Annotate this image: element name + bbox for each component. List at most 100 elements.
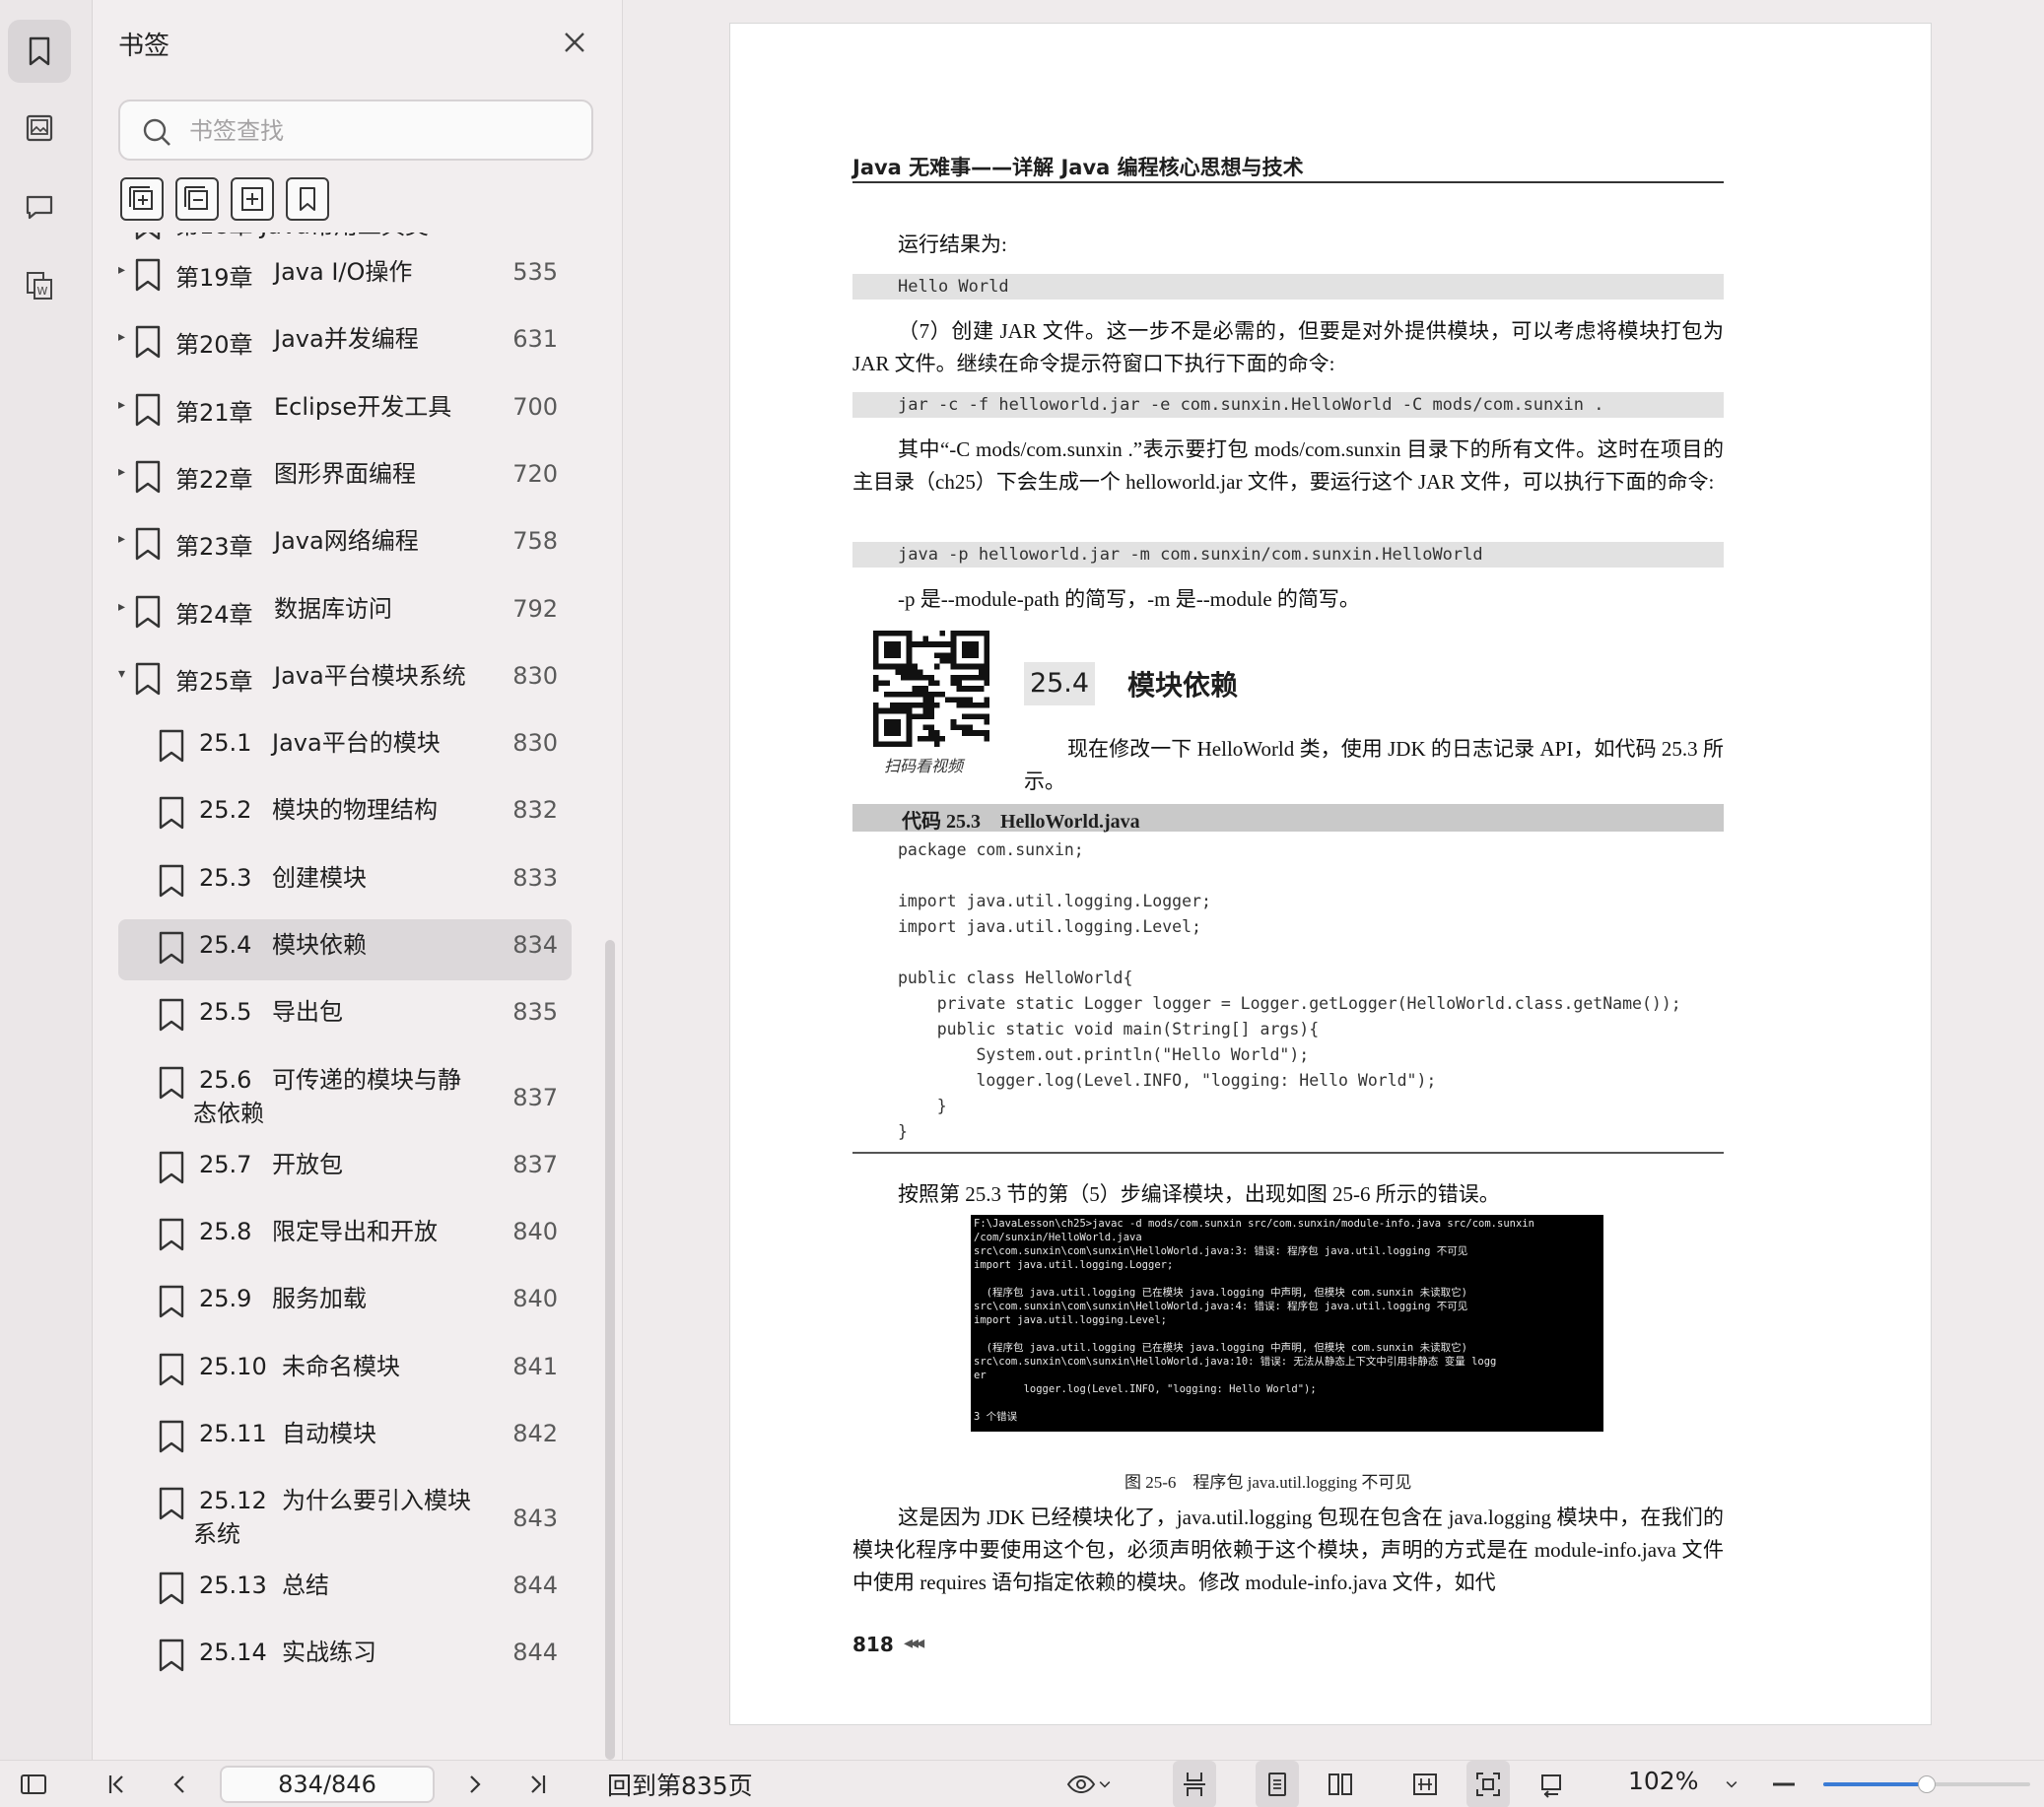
page-number-input[interactable]: 834/846 [220,1766,435,1803]
bookmark-item[interactable]: 25.4 模块依赖 834 [118,919,572,980]
qr-module [967,703,974,708]
qr-module [978,686,985,692]
bookmark-item[interactable]: ▸ 第21章 Eclipse开发工具 700 [118,381,572,442]
add-bookmark-button[interactable] [231,177,274,221]
sidebar-icon [21,1774,46,1794]
bookmarks-tab-button[interactable] [8,20,71,83]
rotate-button[interactable] [1530,1761,1573,1807]
zoom-level[interactable]: 102% [1628,1767,1698,1795]
code-jar-command: jar -c -f helloworld.jar -e com.sunxin.H… [852,392,1724,418]
bookmark-icon [159,931,184,965]
bookmark-item[interactable]: 25.10 未命名模块 841 [118,1341,572,1402]
zoom-slider-handle[interactable] [1918,1775,1936,1793]
qr-module [945,697,951,703]
caret-right-icon[interactable]: ▸ [118,464,132,480]
qr-module [933,663,940,670]
bookmark-icon [159,1487,184,1520]
bookmark-item[interactable]: 25.1 Java平台的模块 830 [118,717,572,778]
bookmark-search-box[interactable] [118,100,593,161]
bookmark-item[interactable]: 25.6 可传递的模块与静 态依赖 837 [118,1054,572,1153]
bookmark-icon [135,595,161,628]
bookmark-number: 25.12 [199,1487,267,1515]
qr-module [978,703,985,708]
caret-right-icon[interactable]: ▸ [118,262,132,278]
bookmark-icon [159,1285,184,1318]
bookmark-item[interactable]: 25.2 模块的物理结构 832 [118,784,572,845]
bookmark-item[interactable]: ▸ 第20章 Java并发编程 631 [118,313,572,374]
caret-right-icon[interactable]: ▸ [118,531,132,547]
bookmark-item[interactable]: 25.9 服务加载 840 [118,1273,572,1334]
caret-right-icon[interactable]: ▸ [118,599,132,615]
bookmark-item[interactable]: ▸ 第23章 Java网络编程 758 [118,515,572,576]
zoom-out-button[interactable] [1766,1761,1802,1807]
expand-all-button[interactable] [120,177,164,221]
caret-right-icon[interactable]: ▸ [118,329,132,345]
zoom-dropdown-button[interactable] [1717,1761,1746,1807]
caret-right-icon[interactable]: ▸ [118,397,132,413]
bookmark-item-partial[interactable]: 第18章 Java常用工具类 [118,233,572,246]
bookmark-item[interactable]: ▸ 第19章 Java I/O操作 535 [118,246,572,307]
bookmark-page-number: 840 [512,1285,558,1313]
word-export-tab-button[interactable]: W [8,254,71,317]
qr-module [956,680,962,687]
bookmark-label: Java平台模块系统 [274,661,466,690]
bookmark-label: Java I/O操作 [274,258,413,286]
single-page-button[interactable] [1256,1761,1299,1807]
qr-module [873,703,879,708]
qr-module [933,641,940,647]
bookmark-number: 第19章 [175,264,253,292]
bookmark-item[interactable]: ▸ 第22章 图形界面编程 720 [118,448,572,509]
two-page-button[interactable] [1319,1761,1362,1807]
qr-module [884,641,902,659]
two-page-icon [1329,1774,1352,1795]
figure-caption: 图 25-6 程序包 java.util.logging 不可见 [1124,1473,1412,1492]
previous-page-button[interactable] [160,1761,199,1807]
close-icon[interactable] [560,28,589,57]
bookmark-item[interactable]: 25.14 实战练习 844 [118,1627,572,1688]
bookmark-page-number: 830 [512,729,558,758]
toggle-sidebar-button[interactable] [14,1761,53,1807]
bookmark-item[interactable]: 25.7 开放包 837 [118,1139,572,1200]
bookmark-item[interactable]: 25.12 为什么要引入模块 系统 843 [118,1475,572,1573]
bookmark-item[interactable]: ▾ 第25章 Java平台模块系统 830 [118,650,572,711]
bookmark-number: 25.9 [199,1285,252,1313]
thumbnails-tab-button[interactable] [8,97,71,160]
bookmark-item[interactable]: 25.13 总结 844 [118,1560,572,1621]
caret-down-icon[interactable]: ▾ [118,666,132,682]
collapse-all-button[interactable] [175,177,219,221]
qr-module [956,674,962,681]
qr-module [933,735,940,742]
qr-module [939,735,946,742]
bookmark-item[interactable]: 25.11 自动模块 842 [118,1408,572,1469]
bookmark-icon [159,999,184,1032]
qr-module [895,669,902,675]
fit-page-button[interactable] [1466,1761,1510,1807]
bookmark-item[interactable]: 25.5 导出包 835 [118,986,572,1047]
first-page-button[interactable] [97,1761,136,1807]
bookmark-item[interactable]: ▸ 第24章 数据库访问 792 [118,583,572,644]
qr-module [945,658,951,664]
last-page-button[interactable] [518,1761,558,1807]
bookmark-number: 第21章 [175,398,253,427]
page-number: 818 [852,1633,894,1656]
comments-tab-button[interactable] [8,175,71,238]
bookmark-toggle-button[interactable] [286,177,329,221]
continuous-scroll-button[interactable] [1173,1761,1216,1807]
bookmark-item[interactable]: 25.3 创建模块 833 [118,852,572,913]
qr-module [912,669,918,675]
next-page-button[interactable] [455,1761,495,1807]
qr-module [961,686,968,692]
goto-page-link[interactable]: 回到第835页 [607,1767,753,1802]
qr-module [939,691,946,698]
fit-width-button[interactable] [1403,1761,1447,1807]
bookmark-search-input[interactable] [189,111,564,151]
bookmark-item[interactable]: 25.8 限定导出和开放 840 [118,1206,572,1267]
view-mode-dropdown[interactable] [1060,1761,1120,1807]
qr-module [884,691,890,698]
bookmark-scrollbar[interactable] [605,940,615,1760]
document-viewport[interactable]: Java 无难事——详解 Java 编程核心思想与技术 运行结果为: Hello… [623,0,2044,1760]
bookmark-label: Java平台的模块 [272,729,441,758]
qr-module [984,735,989,742]
qr-module [984,697,989,703]
